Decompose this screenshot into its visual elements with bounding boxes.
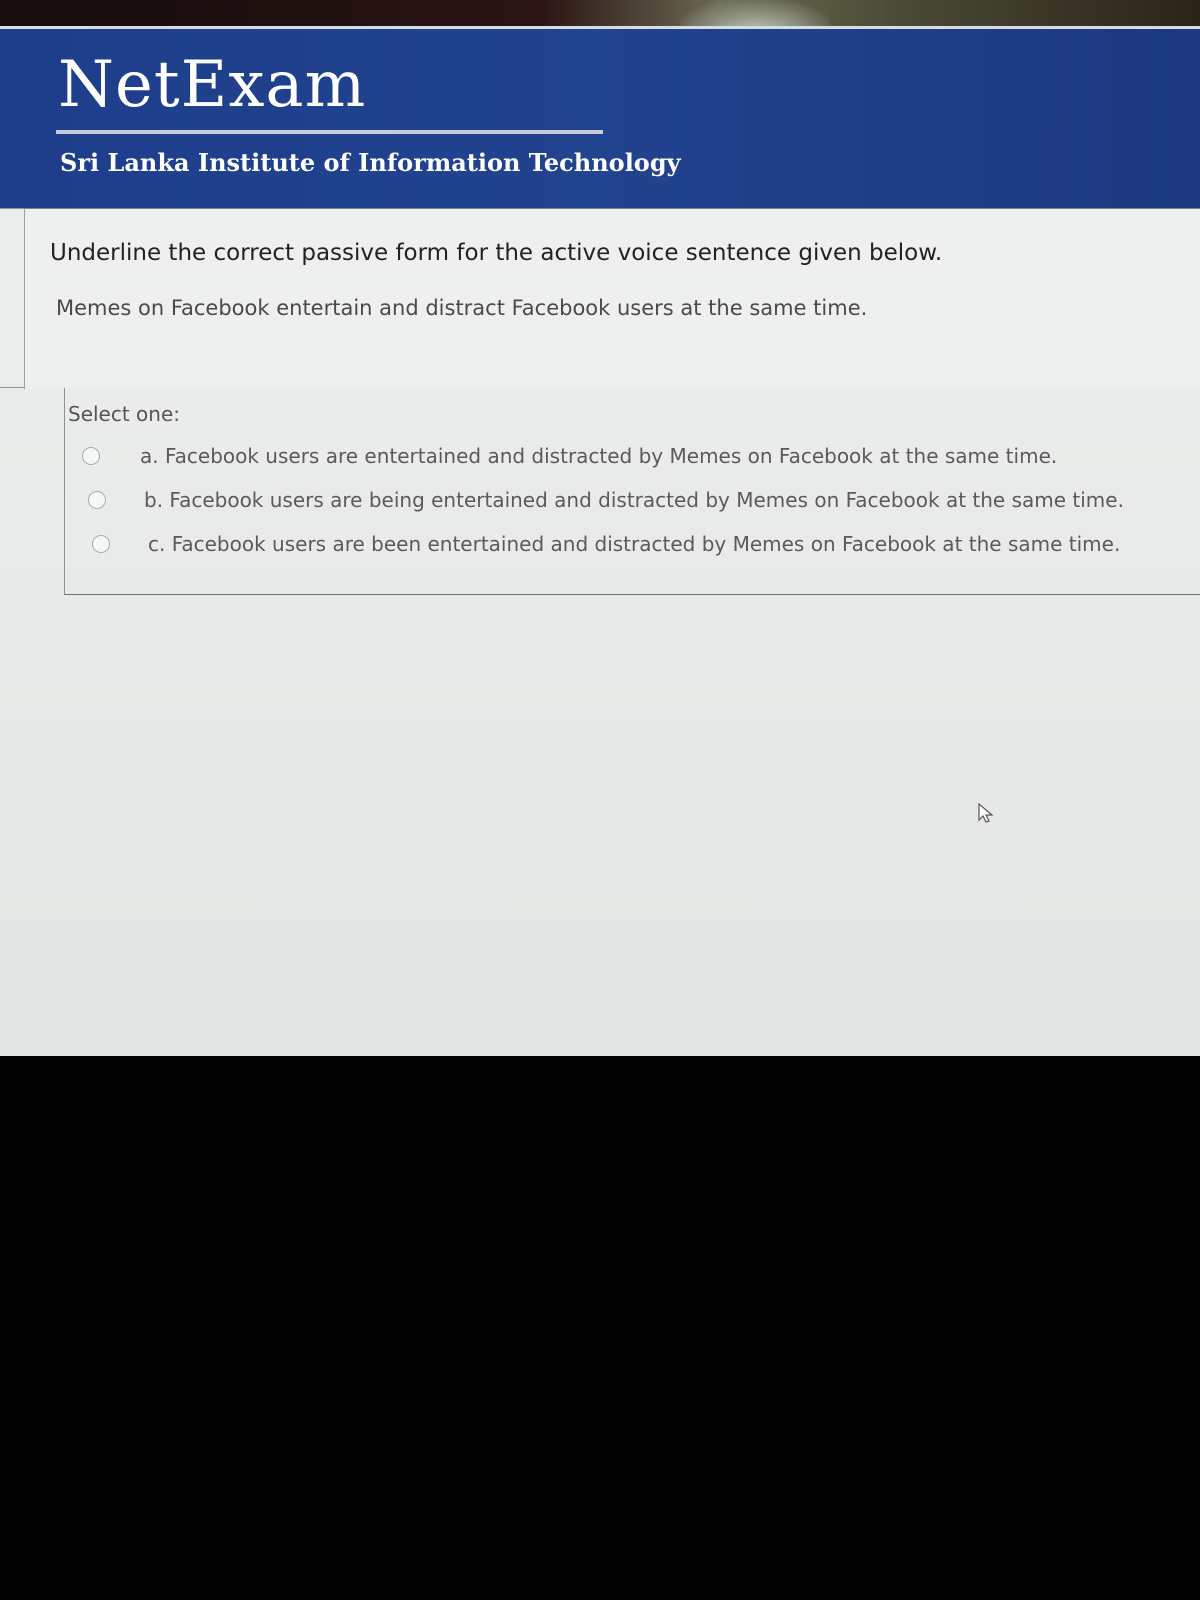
- radio-button-c[interactable]: [92, 535, 110, 553]
- answer-option-c[interactable]: c. Facebook users are been entertained a…: [92, 532, 1120, 556]
- answer-option-a[interactable]: a. Facebook users are entertained and di…: [82, 444, 1057, 468]
- site-header: NetExam Sri Lanka Institute of Informati…: [0, 26, 1200, 211]
- question-instruction: Underline the correct passive form for t…: [50, 240, 943, 266]
- netexam-logo: NetExam: [58, 48, 367, 122]
- institute-name: Sri Lanka Institute of Information Techn…: [60, 148, 681, 177]
- logo-underline: [56, 130, 603, 134]
- question-sentence: Memes on Facebook entertain and distract…: [56, 296, 868, 320]
- mouse-cursor-icon: [978, 802, 994, 823]
- select-one-label: Select one:: [68, 402, 181, 426]
- answer-option-a-label[interactable]: a. Facebook users are entertained and di…: [140, 444, 1057, 468]
- answer-option-c-label[interactable]: c. Facebook users are been entertained a…: [148, 532, 1120, 556]
- radio-button-a[interactable]: [82, 447, 100, 465]
- radio-button-b[interactable]: [88, 491, 106, 509]
- answer-option-b-label[interactable]: b. Facebook users are being entertained …: [144, 488, 1124, 512]
- answer-option-b[interactable]: b. Facebook users are being entertained …: [88, 488, 1124, 512]
- header-top-border: [0, 26, 1200, 29]
